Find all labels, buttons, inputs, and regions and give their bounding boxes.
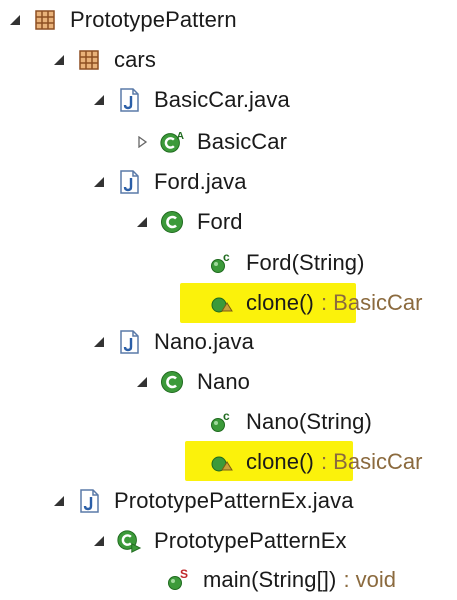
tree-item-ex-file[interactable]: PrototypePatternEx.java — [50, 481, 354, 521]
tree-item-label: Ford.java — [154, 169, 247, 194]
java-file-icon — [116, 87, 142, 113]
expanded-arrow-icon[interactable] — [90, 333, 108, 351]
tree-item-ex-class[interactable]: PrototypePatternEx — [90, 521, 347, 561]
tree-item-basiccar-class[interactable]: A BasicCar — [133, 122, 287, 162]
constructor-icon: c — [208, 250, 234, 276]
tree-item-label: PrototypePatternEx.java — [114, 488, 354, 513]
svg-text:S: S — [180, 567, 188, 581]
return-type-label: : void — [343, 567, 397, 592]
tree-item-label: main(String[]) — [203, 567, 337, 592]
expanded-arrow-icon[interactable] — [133, 373, 151, 391]
java-file-icon — [116, 169, 142, 195]
tree-item-ford-clone[interactable]: clone() : BasicCar — [208, 283, 422, 323]
collapsed-arrow-icon[interactable] — [133, 133, 151, 151]
tree-item-label: BasicCar — [197, 129, 288, 154]
tree-item-label: PrototypePattern — [70, 7, 237, 32]
svg-text:c: c — [223, 250, 230, 264]
tree-item-label: Nano(String) — [246, 409, 372, 434]
abstract-class-icon: A — [159, 129, 185, 155]
tree-item-package[interactable]: cars — [50, 40, 156, 80]
package-icon — [32, 7, 58, 33]
java-file-icon — [116, 329, 142, 355]
return-type-label: : BasicCar — [320, 449, 423, 474]
tree-item-nano-constructor[interactable]: c Nano(String) — [208, 402, 372, 442]
protected-method-icon — [208, 449, 234, 475]
tree-item-label: Nano — [197, 369, 250, 394]
package-explorer-tree: PrototypePattern cars BasicCar.java A Ba… — [0, 0, 457, 598]
class-icon — [159, 209, 185, 235]
tree-item-label: clone() — [246, 290, 314, 315]
tree-item-project[interactable]: PrototypePattern — [6, 0, 237, 40]
tree-item-label: Nano.java — [154, 329, 254, 354]
tree-item-ford-class[interactable]: Ford — [133, 202, 243, 242]
class-icon — [159, 369, 185, 395]
tree-item-label: cars — [114, 47, 156, 72]
expanded-arrow-icon[interactable] — [50, 492, 68, 510]
java-file-icon — [76, 488, 102, 514]
expanded-arrow-icon[interactable] — [133, 213, 151, 231]
svg-text:A: A — [177, 131, 185, 142]
expanded-arrow-icon[interactable] — [90, 173, 108, 191]
package-icon — [76, 47, 102, 73]
protected-method-icon — [208, 290, 234, 316]
constructor-icon: c — [208, 409, 234, 435]
tree-item-basiccar-file[interactable]: BasicCar.java — [90, 80, 290, 120]
svg-text:c: c — [223, 409, 230, 423]
expanded-arrow-icon[interactable] — [90, 532, 108, 550]
static-method-icon: S — [165, 567, 191, 593]
tree-item-label: Ford — [197, 209, 243, 234]
tree-item-ford-constructor[interactable]: c Ford(String) — [208, 243, 365, 283]
tree-item-label: Ford(String) — [246, 250, 365, 275]
tree-item-label: clone() — [246, 449, 314, 474]
return-type-label: : BasicCar — [320, 290, 423, 315]
tree-item-ex-main[interactable]: S main(String[]) : void — [165, 560, 396, 600]
tree-item-nano-clone[interactable]: clone() : BasicCar — [208, 442, 422, 482]
expanded-arrow-icon[interactable] — [90, 91, 108, 109]
expanded-arrow-icon[interactable] — [6, 11, 24, 29]
tree-item-ford-file[interactable]: Ford.java — [90, 162, 247, 202]
expanded-arrow-icon[interactable] — [50, 51, 68, 69]
tree-item-label: PrototypePatternEx — [154, 528, 347, 553]
tree-item-nano-class[interactable]: Nano — [133, 362, 250, 402]
tree-item-label: BasicCar.java — [154, 87, 290, 112]
tree-item-nano-file[interactable]: Nano.java — [90, 322, 254, 362]
runnable-class-icon — [116, 528, 142, 554]
